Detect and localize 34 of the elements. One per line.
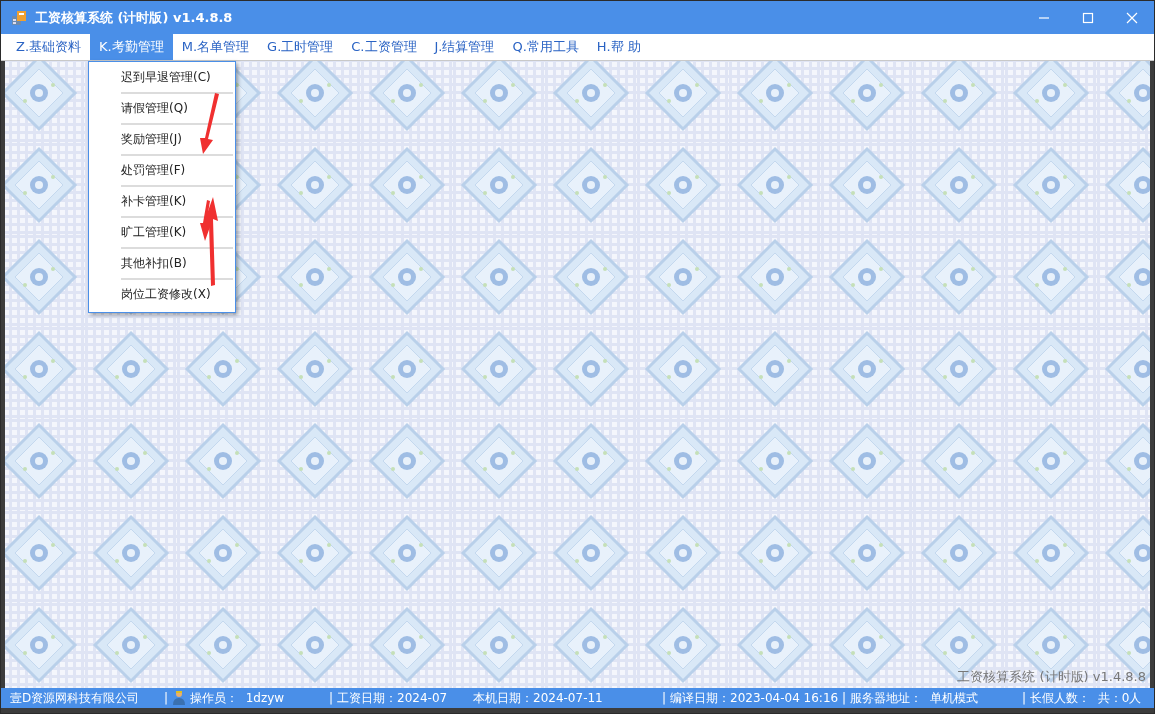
- menu-item[interactable]: H.帮 助: [587, 34, 650, 60]
- menu-item[interactable]: M.名单管理: [172, 34, 259, 60]
- menu-item[interactable]: J.结算管理: [425, 34, 504, 60]
- status-text: 工资日期：2024-07: [337, 689, 448, 707]
- divider-text: |: [1022, 691, 1027, 705]
- divider-text: |: [329, 691, 334, 705]
- status-text: 编译日期：2023-04-04 16:16: [670, 689, 839, 707]
- window-title: 工资核算系统 (计时版) v1.4.8.8: [35, 8, 233, 27]
- menu-item[interactable]: 补卡管理(K): [89, 187, 235, 216]
- status-text: 长假人数： 共：0人: [1030, 689, 1142, 707]
- watermark-text: 工资核算系统 (计时版) v1.4.8.8: [957, 668, 1146, 686]
- close-icon: [1126, 11, 1138, 24]
- menu-item[interactable]: 奖励管理(J): [89, 125, 235, 154]
- person-icon: [172, 690, 187, 706]
- menu-item[interactable]: 其他补扣(B): [89, 249, 235, 278]
- app-icon: [11, 9, 27, 26]
- menu-item[interactable]: G.工时管理: [258, 34, 343, 60]
- menu-item[interactable]: 处罚管理(F): [89, 156, 235, 185]
- status-text: 壹D资源网科技有限公司: [10, 689, 140, 707]
- divider-text: |: [164, 691, 169, 705]
- menu-item[interactable]: Q.常用工具: [503, 34, 588, 60]
- menu-item[interactable]: 岗位工资修改(X): [89, 280, 235, 309]
- menu-item[interactable]: Z.基础资料: [7, 34, 91, 60]
- menu-item[interactable]: 旷工管理(K): [89, 218, 235, 247]
- maximize-icon: [1082, 11, 1094, 24]
- divider-text: |: [662, 691, 667, 705]
- status-text: 本机日期：2024-07-11: [473, 689, 603, 707]
- status-text: 服务器地址： 单机模式: [850, 689, 978, 707]
- menu-item[interactable]: 请假管理(Q): [89, 94, 235, 123]
- status-text: 操作员： 1dzyw: [190, 689, 285, 707]
- menu-item[interactable]: 迟到早退管理(C): [89, 63, 235, 92]
- divider-text: |: [842, 691, 847, 705]
- menu-item[interactable]: C.工资管理: [342, 34, 426, 60]
- annotation-arrow: [200, 93, 219, 154]
